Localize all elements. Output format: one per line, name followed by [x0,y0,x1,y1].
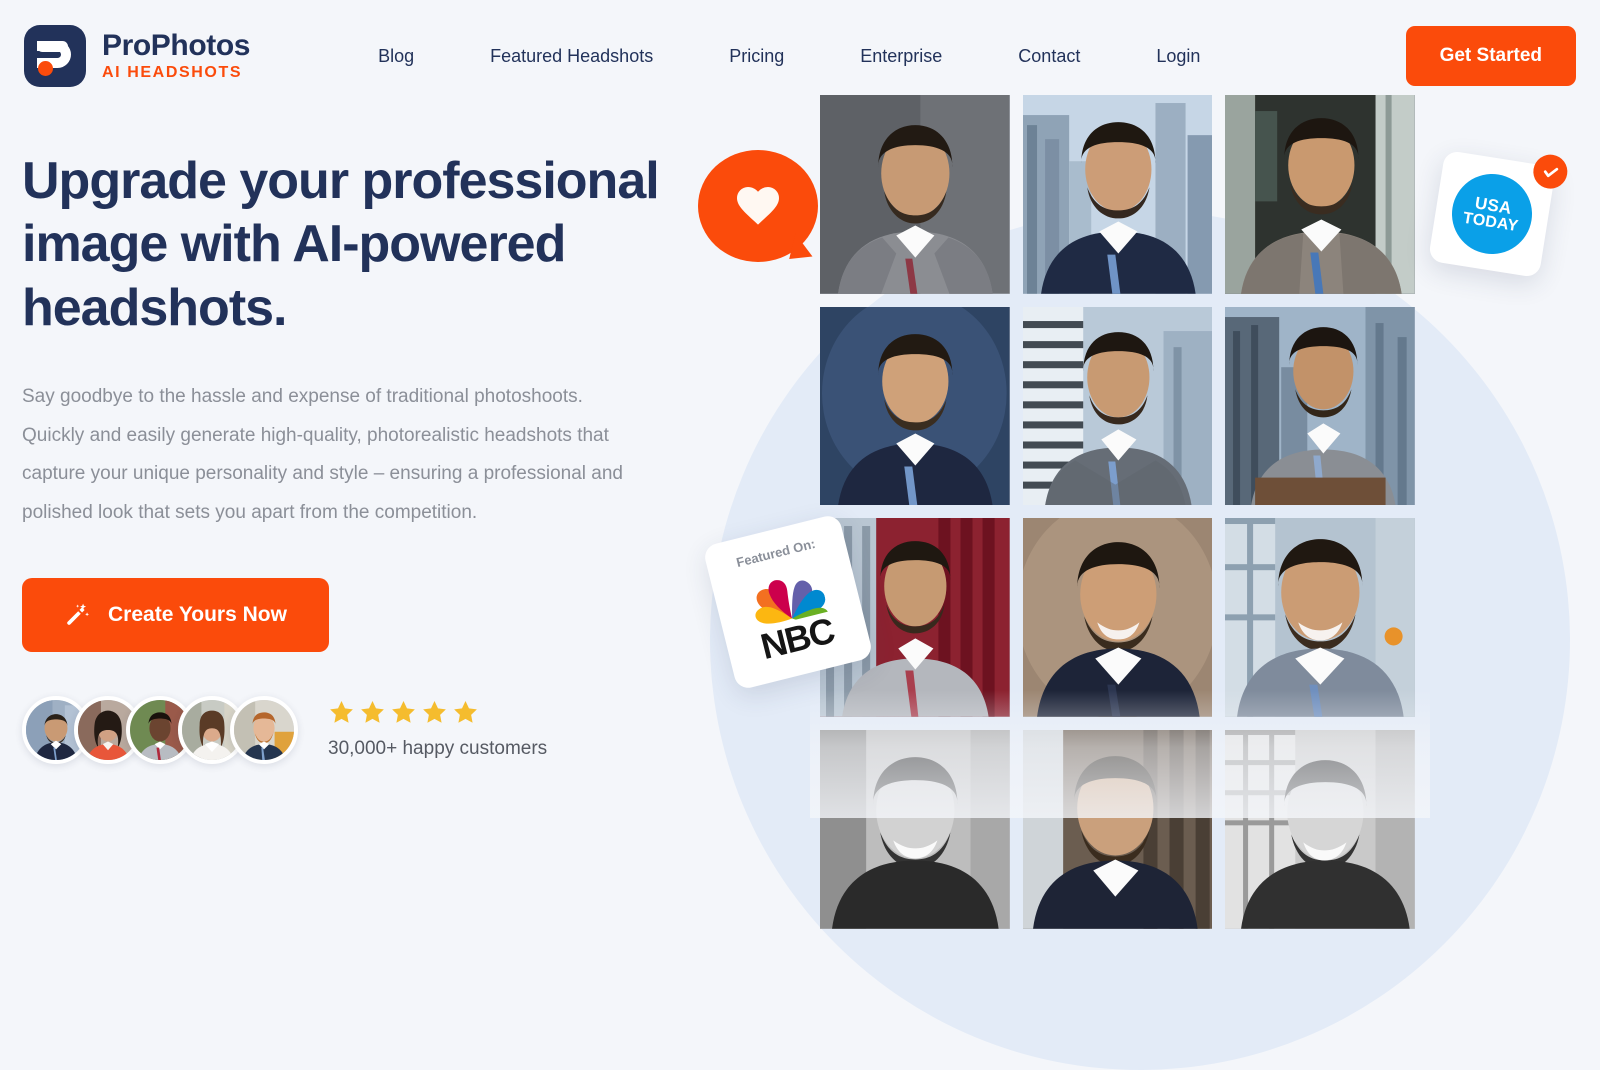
gallery-item[interactable] [1022,730,1213,929]
heart-icon [737,187,779,225]
gallery-item[interactable] [1225,95,1415,294]
usa-today-line2: TODAY [1461,209,1520,235]
brand-name: ProPhotos [102,29,251,62]
gallery-item[interactable] [1022,306,1213,506]
social-proof: 30,000+ happy customers [22,695,672,764]
star-icon [361,701,384,723]
prophotos-logo-icon [24,25,86,87]
get-started-button[interactable]: Get Started [1405,26,1576,86]
customer-avatars [22,695,298,764]
magic-wand-icon [67,603,90,625]
gallery-item[interactable] [1225,730,1415,929]
gallery-item[interactable] [1225,518,1415,718]
hero-visual: USA TODAY Featured On: NBC [670,0,1600,1070]
nav-item-blog[interactable]: Blog [340,36,452,77]
brand-tagline: AI HEADSHOTS [102,64,243,81]
create-yours-now-label: Create Yours Now [108,602,287,626]
page-title: Upgrade your professional image with AI-… [22,152,660,337]
gallery-item[interactable] [820,730,1010,929]
usa-today-badge: USA TODAY [1427,149,1570,279]
heart-bubble-badge [698,150,818,270]
gallery-item[interactable] [1022,518,1213,718]
nav-item-login[interactable]: Login [1118,36,1238,77]
hero-section: Upgrade your professional image with AI-… [22,150,672,764]
verified-badge [1530,152,1570,192]
create-yours-now-button[interactable]: Create Yours Now [22,577,329,652]
gallery-item[interactable] [1225,306,1415,506]
customer-count: 30,000+ happy customers [328,738,548,760]
headshot-gallery [820,95,1415,929]
gallery-item[interactable] [820,306,1010,506]
rating-block: 30,000+ happy customers [328,699,547,760]
customer-avatar-5 [230,695,298,764]
check-icon [1543,167,1558,177]
gallery-item[interactable] [820,95,1010,294]
nav-item-pricing[interactable]: Pricing [691,36,822,77]
site-header: ProPhotos AI HEADSHOTS Blog Featured Hea… [0,0,1600,112]
hero-description: Say goodbye to the hassle and expense of… [22,386,623,523]
main-navigation: Blog Featured Headshots Pricing Enterpri… [340,36,1238,77]
star-icon [392,701,415,723]
usa-today-logo-icon: USA TODAY [1446,168,1538,260]
star-icon [423,701,446,723]
nav-item-enterprise[interactable]: Enterprise [822,36,980,77]
gallery-item[interactable] [1022,95,1213,294]
star-rating [328,699,547,726]
nav-item-contact[interactable]: Contact [980,36,1118,77]
star-icon [454,701,477,723]
nav-item-featured-headshots[interactable]: Featured Headshots [452,36,691,77]
star-icon [330,701,353,723]
brand-logo[interactable]: ProPhotos AI HEADSHOTS [24,25,250,87]
